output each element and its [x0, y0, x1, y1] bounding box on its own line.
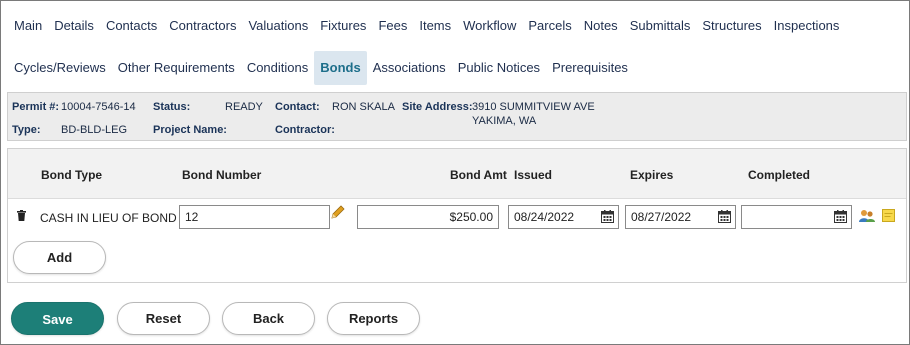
contact-label: Contact:: [275, 101, 320, 113]
tab-fees[interactable]: Fees: [372, 9, 413, 43]
type-value: BD-BLD-LEG: [61, 124, 128, 136]
site-address-label: Site Address:: [402, 101, 473, 113]
tab-row-primary: Main Details Contacts Contractors Valuat…: [8, 9, 845, 43]
permit-number-label: Permit #:: [12, 101, 60, 113]
app-frame: Main Details Contacts Contractors Valuat…: [0, 0, 910, 345]
contact-value: RON SKALA: [332, 101, 395, 113]
tab-submittals[interactable]: Submittals: [624, 9, 697, 43]
bond-number-input[interactable]: 12: [179, 205, 330, 229]
col-bond-amt: Bond Amt: [450, 168, 507, 182]
calendar-icon[interactable]: [834, 210, 847, 223]
tab-fixtures[interactable]: Fixtures: [314, 9, 372, 43]
status-label: Status:: [153, 101, 191, 113]
type-label: Type:: [12, 124, 41, 136]
tab-details[interactable]: Details: [48, 9, 100, 43]
sticky-note-icon[interactable]: [882, 209, 895, 222]
bond-type-value: CASH IN LIEU OF BOND: [40, 211, 177, 225]
back-button[interactable]: Back: [222, 302, 315, 335]
col-expires: Expires: [630, 168, 674, 182]
col-issued: Issued: [514, 168, 553, 182]
tab-workflow[interactable]: Workflow: [457, 9, 522, 43]
col-completed: Completed: [748, 168, 811, 182]
tab-main[interactable]: Main: [8, 9, 48, 43]
bond-amt-input[interactable]: $250.00: [357, 205, 499, 229]
tab-items[interactable]: Items: [413, 9, 457, 43]
tab-public-notices[interactable]: Public Notices: [452, 51, 546, 85]
calendar-icon[interactable]: [718, 210, 731, 223]
tab-structures[interactable]: Structures: [696, 9, 767, 43]
pencil-icon[interactable]: [330, 204, 346, 220]
tab-valuations[interactable]: Valuations: [242, 9, 314, 43]
project-name-label: Project Name:: [153, 124, 227, 136]
trash-icon[interactable]: [17, 210, 26, 221]
tab-bonds[interactable]: Bonds: [314, 51, 367, 85]
tab-row-secondary: Cycles/Reviews Other Requirements Condit…: [8, 51, 634, 85]
tab-cycles-reviews[interactable]: Cycles/Reviews: [8, 51, 112, 85]
expires-date-value: 08/27/2022: [631, 210, 692, 224]
completed-date-input[interactable]: [741, 205, 852, 229]
reports-button[interactable]: Reports: [327, 302, 420, 335]
permit-number-value: 10004-7546-14: [61, 101, 136, 113]
bonds-grid-header: Bond Type Bond Number Bond Amt Issued Ex…: [8, 149, 906, 199]
tab-notes[interactable]: Notes: [578, 9, 624, 43]
tab-contacts[interactable]: Contacts: [100, 9, 163, 43]
site-address-line2: YAKIMA, WA: [472, 115, 537, 127]
tab-parcels[interactable]: Parcels: [522, 9, 577, 43]
contractor-label: Contractor:: [275, 124, 335, 136]
tab-associations[interactable]: Associations: [367, 51, 452, 85]
tab-prerequisites[interactable]: Prerequisites: [546, 51, 634, 85]
tab-conditions[interactable]: Conditions: [241, 51, 314, 85]
expires-date-input[interactable]: 08/27/2022: [625, 205, 736, 229]
status-value: READY: [225, 101, 263, 113]
tab-other-requirements[interactable]: Other Requirements: [112, 51, 241, 85]
add-button[interactable]: Add: [13, 241, 106, 274]
save-button[interactable]: Save: [11, 302, 104, 335]
calendar-icon[interactable]: [601, 210, 614, 223]
tab-inspections[interactable]: Inspections: [768, 9, 846, 43]
tab-contractors[interactable]: Contractors: [163, 9, 242, 43]
col-bond-number: Bond Number: [182, 168, 262, 182]
issued-date-value: 08/24/2022: [514, 210, 575, 224]
site-address-line1: 3910 SUMMITVIEW AVE: [472, 101, 595, 113]
people-icon[interactable]: [859, 209, 875, 223]
issued-date-input[interactable]: 08/24/2022: [508, 205, 619, 229]
permit-info-panel: Permit #: 10004-7546-14 Status: READY Co…: [7, 92, 907, 141]
reset-button[interactable]: Reset: [117, 302, 210, 335]
col-bond-type: Bond Type: [41, 168, 103, 182]
bonds-grid: Bond Type Bond Number Bond Amt Issued Ex…: [7, 148, 907, 283]
